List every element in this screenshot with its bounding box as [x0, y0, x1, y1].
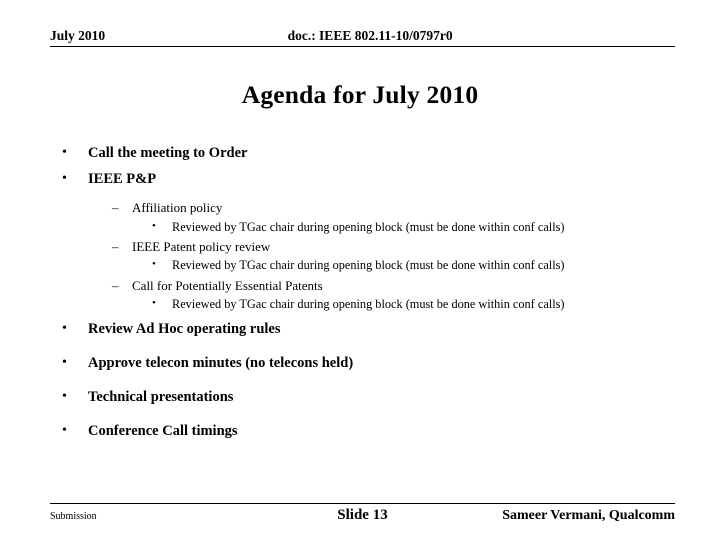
list-item-call-essential-patents: – Call for Potentially Essential Patents… [88, 276, 675, 314]
page-title: Agenda for July 2010 [241, 80, 479, 109]
bullet-list-level3: • Reviewed by TGac chair during opening … [132, 218, 675, 236]
header-date: July 2010 [50, 28, 106, 43]
bullet-glyph-icon: • [62, 422, 67, 438]
footer-slide-number: Slide 13 [337, 507, 388, 523]
list-item-conference-call-timings: • Conference Call timings [50, 421, 675, 442]
bullet-list-level1: • Call the meeting to Order • IEEE P&P –… [50, 143, 675, 314]
list-item-affiliation-policy: – Affiliation policy • Reviewed by TGac … [88, 198, 675, 236]
slide-body: • Call the meeting to Order • IEEE P&P –… [50, 143, 675, 455]
bullet-list-level3: • Reviewed by TGac chair during opening … [132, 295, 675, 313]
bullet-glyph-icon: • [62, 171, 67, 187]
list-item-label: Reviewed by TGac chair during opening bl… [172, 258, 565, 273]
slide-footer: Submission Slide 13 Sameer Vermani, Qual… [50, 503, 675, 524]
footer-submission-label: Submission [50, 511, 97, 522]
list-item-label: IEEE P&P [88, 171, 157, 188]
list-item-technical-presentations: • Technical presentations [50, 387, 675, 408]
list-item-approve-telecon-minutes: • Approve telecon minutes (no telecons h… [50, 353, 675, 374]
list-item-review-adhoc: • Review Ad Hoc operating rules [50, 319, 675, 340]
dash-bullet-icon: – [112, 238, 119, 254]
dash-bullet-icon: – [112, 277, 119, 293]
list-item-label: Call for Potentially Essential Patents [132, 277, 323, 293]
list-item-reviewed-note: • Reviewed by TGac chair during opening … [132, 256, 675, 274]
list-item-label: Technical presentations [88, 388, 234, 405]
bullet-glyph-icon: • [62, 388, 67, 404]
slide: July 2010 doc.: IEEE 802.11-10/0797r0 Ag… [0, 0, 720, 540]
slide-header: July 2010 doc.: IEEE 802.11-10/0797r0 [50, 28, 675, 47]
bullet-glyph-icon: • [62, 354, 67, 370]
list-item-label: Affiliation policy [132, 200, 223, 216]
list-item-label: Conference Call timings [88, 422, 238, 439]
footer-author: Sameer Vermani, Qualcomm [502, 508, 675, 523]
list-item-label: IEEE Patent policy review [132, 238, 271, 254]
dash-bullet-icon: – [112, 200, 119, 216]
list-item-reviewed-note: • Reviewed by TGac chair during opening … [132, 218, 675, 236]
list-item-ieee-pp: • IEEE P&P – Affiliation policy • Review… [50, 169, 675, 314]
bullet-glyph-icon: • [62, 145, 67, 160]
bullet-glyph-icon: • [62, 320, 67, 336]
bullet-list-level1-continued: • Review Ad Hoc operating rules • Approv… [50, 319, 675, 442]
list-item-label: Reviewed by TGac chair during opening bl… [172, 219, 565, 234]
bullet-glyph-icon: • [152, 258, 156, 271]
list-item-call-to-order: • Call the meeting to Order [50, 143, 675, 164]
list-item-reviewed-note: • Reviewed by TGac chair during opening … [132, 295, 675, 313]
list-item-label: Review Ad Hoc operating rules [88, 320, 281, 337]
header-document-number: doc.: IEEE 802.11-10/0797r0 [287, 28, 453, 43]
bullet-glyph-icon: • [152, 219, 156, 232]
list-item-label: Approve telecon minutes (no telecons hel… [88, 354, 354, 371]
list-item-label: Call the meeting to Order [88, 145, 248, 161]
bullet-list-level2: – Affiliation policy • Reviewed by TGac … [88, 198, 675, 314]
bullet-glyph-icon: • [152, 297, 156, 310]
list-item-label: Reviewed by TGac chair during opening bl… [172, 297, 565, 312]
list-item-patent-policy-review: – IEEE Patent policy review • Reviewed b… [88, 237, 675, 275]
bullet-list-level3: • Reviewed by TGac chair during opening … [132, 256, 675, 274]
